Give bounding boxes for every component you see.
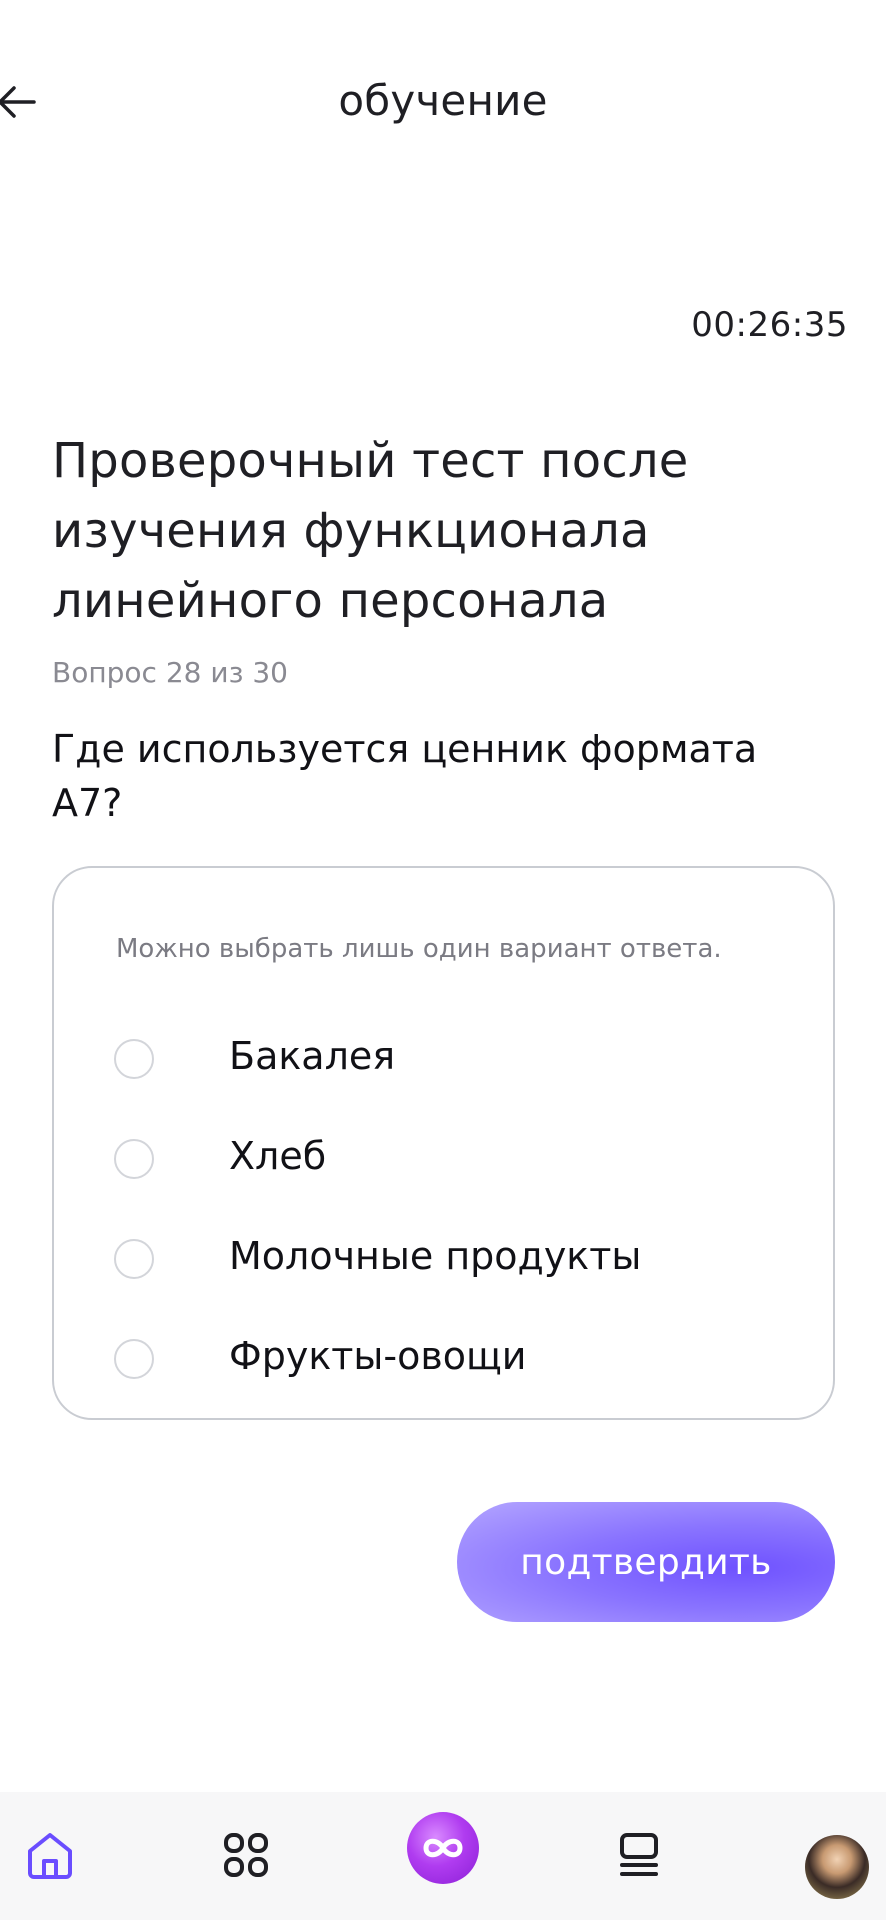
test-title-line: изучения функционала <box>52 503 650 559</box>
answers-hint: Можно выбрать лишь один вариант ответа. <box>116 934 722 964</box>
radio-button[interactable] <box>114 1139 154 1179</box>
answer-option-label: Бакалея <box>229 1034 396 1078</box>
test-timer: 00:26:35 <box>691 305 848 345</box>
bottom-nav <box>0 1792 886 1920</box>
answer-option[interactable]: Бакалея <box>114 1022 764 1092</box>
answer-option-label: Фрукты-овощи <box>229 1334 527 1378</box>
nav-apps[interactable] <box>211 1820 281 1890</box>
nav-center-button[interactable] <box>407 1812 479 1884</box>
answer-option[interactable]: Фрукты-овощи <box>114 1322 764 1392</box>
avatar[interactable] <box>805 1835 869 1899</box>
radio-button[interactable] <box>114 1239 154 1279</box>
apps-grid-icon <box>224 1833 268 1877</box>
answer-option-label: Хлеб <box>229 1134 327 1178</box>
question-counter: Вопрос 28 из 30 <box>52 656 288 689</box>
nav-home[interactable] <box>15 1820 85 1890</box>
confirm-button[interactable]: подтвердить <box>457 1502 835 1622</box>
answers-card: Можно выбрать лишь один вариант ответа. … <box>52 866 835 1420</box>
radio-button[interactable] <box>114 1339 154 1379</box>
nav-courses[interactable] <box>604 1820 674 1890</box>
home-icon <box>28 1833 72 1879</box>
test-title-line: Проверочный тест после <box>52 433 689 489</box>
page-title: обучение <box>338 76 548 125</box>
test-title: Проверочный тест после изучения функцион… <box>52 426 812 636</box>
question-line: А7? <box>52 781 123 825</box>
answer-option[interactable]: Хлеб <box>114 1122 764 1192</box>
test-title-line: линейного персонала <box>52 573 609 629</box>
answer-option[interactable]: Молочные продукты <box>114 1222 764 1292</box>
app-header: обучение <box>0 0 886 205</box>
question-text: Где используется ценник формата А7? <box>52 722 832 830</box>
answer-option-label: Молочные продукты <box>229 1234 642 1278</box>
courses-stack-icon <box>620 1833 658 1876</box>
question-line: Где используется ценник формата <box>52 727 758 771</box>
radio-button[interactable] <box>114 1039 154 1079</box>
infinity-icon <box>423 1838 463 1858</box>
